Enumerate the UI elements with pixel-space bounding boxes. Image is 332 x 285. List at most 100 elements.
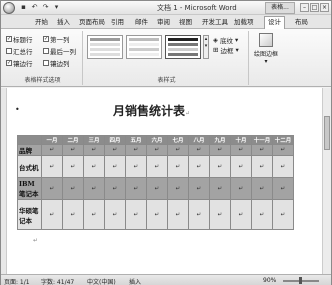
checkbox-total-row[interactable]: 汇总行 [6, 46, 33, 56]
table-cell[interactable]: ↵ [146, 155, 168, 178]
month-header[interactable]: 六月 [146, 135, 168, 145]
checkbox-last-column[interactable]: 最后一列 [43, 46, 76, 56]
table-cell[interactable]: ↵ [83, 144, 105, 156]
table-cell[interactable]: ↵ [41, 177, 63, 200]
table-cell[interactable]: ↵ [83, 155, 105, 178]
tab-home[interactable]: 开始 [35, 17, 48, 28]
table-cell[interactable]: ↵ [41, 199, 63, 230]
minimize-icon[interactable]: – [300, 3, 309, 12]
month-header[interactable]: 十月 [230, 135, 252, 145]
table-cell[interactable]: ↵ [83, 177, 105, 200]
table-cell[interactable]: ↵ [209, 177, 231, 200]
table-cell[interactable]: ↵ [188, 177, 210, 200]
document-title[interactable]: 月销售统计表↵ [113, 102, 190, 119]
row-header[interactable]: IBM笔记本 [17, 177, 42, 200]
table-cell[interactable]: ↵ [167, 144, 189, 156]
table-cell[interactable]: ↵ [125, 144, 147, 156]
table-cell[interactable]: ↵ [41, 144, 63, 156]
table-cell[interactable]: ↵ [188, 155, 210, 178]
month-header[interactable]: 八月 [188, 135, 210, 145]
draw-borders-button[interactable]: 绘图边框 ▾ [251, 33, 281, 65]
table-cell[interactable]: ↵ [167, 177, 189, 200]
table-cell[interactable]: ↵ [104, 144, 126, 156]
table-cell[interactable]: ↵ [146, 177, 168, 200]
table-cell[interactable]: ↵ [62, 155, 84, 178]
table-cell[interactable]: ↵ [272, 144, 294, 156]
scrollbar-thumb[interactable] [324, 116, 330, 150]
table-cell[interactable]: ↵ [251, 199, 273, 230]
page-count[interactable]: 页面: 1/1 [4, 277, 30, 285]
table-cell[interactable]: ↵ [104, 177, 126, 200]
table-cell[interactable]: ↵ [272, 155, 294, 178]
tab-design[interactable]: 设计 [264, 16, 285, 29]
tab-addins[interactable]: 加载项 [234, 17, 254, 28]
table-cell[interactable]: ↵ [62, 177, 84, 200]
checkbox-first-column[interactable]: ✓ 第一列 [43, 34, 70, 44]
office-button[interactable] [3, 2, 15, 14]
tab-page-layout[interactable]: 页面布局 [79, 17, 105, 28]
undo-icon[interactable]: ↶ [30, 3, 39, 12]
table-cell[interactable]: ↵ [83, 199, 105, 230]
save-icon[interactable]: ▪ [19, 3, 28, 12]
table-cell[interactable]: ↵ [209, 155, 231, 178]
tab-references[interactable]: 引用 [111, 17, 124, 28]
month-header[interactable]: 三月 [83, 135, 105, 145]
maximize-icon[interactable]: □ [310, 3, 319, 12]
table-cell[interactable]: ↵ [251, 144, 273, 156]
sales-table[interactable]: 一月 二月 三月 四月 五月 六月 七月 八月 九月 十月 十一月 十二月 品牌… [17, 135, 294, 230]
dropdown-icon[interactable]: ▾ [52, 3, 61, 12]
table-cell[interactable]: ↵ [125, 155, 147, 178]
row-header[interactable]: 台式机 [17, 155, 42, 178]
tab-developer[interactable]: 开发工具 [202, 17, 228, 28]
tab-insert[interactable]: 插入 [57, 17, 70, 28]
vertical-scrollbar[interactable] [322, 88, 331, 274]
month-header[interactable]: 九月 [209, 135, 231, 145]
month-header[interactable]: 十二月 [272, 135, 294, 145]
month-header[interactable]: 七月 [167, 135, 189, 145]
borders-button[interactable]: ⊞ 边框 ▾ [213, 45, 239, 55]
tab-layout[interactable]: 布局 [295, 17, 308, 28]
table-cell[interactable]: ↵ [62, 144, 84, 156]
table-cell[interactable]: ↵ [230, 199, 252, 230]
table-corner-cell[interactable] [17, 135, 42, 145]
shading-button[interactable]: ◈ 底纹 ▾ [213, 35, 239, 45]
month-header[interactable]: 十一月 [251, 135, 273, 145]
table-style-thumbnail[interactable] [126, 35, 162, 59]
tab-mailings[interactable]: 邮件 [135, 17, 148, 28]
table-cell[interactable]: ↵ [167, 199, 189, 230]
language-indicator[interactable]: 中文(中国) [87, 277, 116, 285]
month-header[interactable]: 四月 [104, 135, 126, 145]
table-cell[interactable]: ↵ [230, 177, 252, 200]
table-cell[interactable]: ↵ [62, 199, 84, 230]
table-cell[interactable]: ↵ [230, 155, 252, 178]
table-cell[interactable]: ↵ [251, 177, 273, 200]
table-cell[interactable]: ↵ [125, 177, 147, 200]
table-style-thumbnail[interactable] [165, 35, 201, 59]
table-cell[interactable]: ↵ [272, 199, 294, 230]
table-cell[interactable]: ↵ [146, 199, 168, 230]
table-cell[interactable]: ↵ [251, 155, 273, 178]
checkbox-banded-rows[interactable]: ✓ 镶边行 [6, 58, 33, 68]
table-cell[interactable]: ↵ [104, 155, 126, 178]
checkbox-banded-columns[interactable]: 镶边列 [43, 58, 70, 68]
table-cell[interactable]: ↵ [167, 155, 189, 178]
table-cell[interactable]: ↵ [230, 144, 252, 156]
redo-icon[interactable]: ↷ [41, 3, 50, 12]
table-cell[interactable]: ↵ [125, 199, 147, 230]
insert-mode[interactable]: 插入 [129, 277, 141, 285]
table-cell[interactable]: ↵ [41, 155, 63, 178]
checkbox-header-row[interactable]: ✓ 标题行 [6, 34, 33, 44]
month-header[interactable]: 一月 [41, 135, 63, 145]
month-header[interactable]: 五月 [125, 135, 147, 145]
table-cell[interactable]: ↵ [188, 199, 210, 230]
zoom-slider-handle[interactable] [299, 277, 302, 284]
close-icon[interactable]: × [320, 3, 329, 12]
table-cell[interactable]: ↵ [209, 199, 231, 230]
table-style-thumbnail[interactable] [87, 35, 123, 59]
tab-view[interactable]: 视图 [179, 17, 192, 28]
table-cell[interactable]: ↵ [104, 199, 126, 230]
table-cell[interactable]: ↵ [272, 177, 294, 200]
zoom-level[interactable]: 90% [263, 277, 276, 284]
row-header[interactable]: 品牌 [17, 144, 42, 156]
tab-review[interactable]: 审阅 [157, 17, 170, 28]
